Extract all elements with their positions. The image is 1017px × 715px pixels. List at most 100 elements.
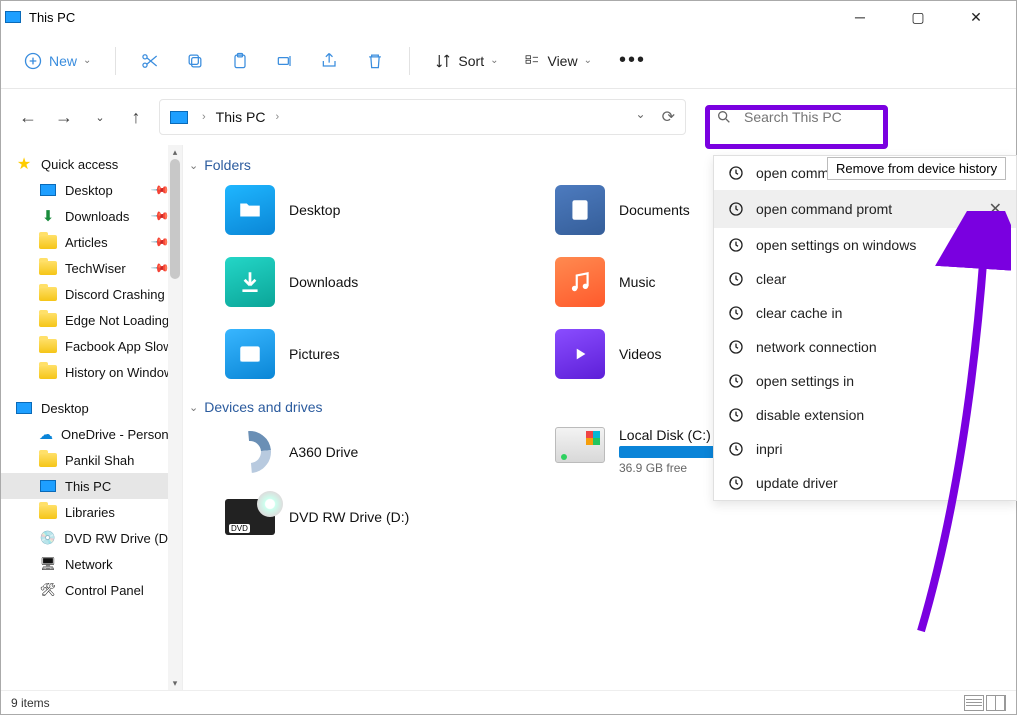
folder-icon xyxy=(39,338,57,354)
monitor-icon xyxy=(15,400,33,416)
search-suggestion[interactable]: open settings in xyxy=(714,364,1016,398)
sidebar-quick-access[interactable]: ★ Quick access xyxy=(1,151,182,177)
sort-label: Sort xyxy=(458,53,484,69)
search-suggestion[interactable]: update driver xyxy=(714,466,1016,500)
control-panel-icon: 🛠 xyxy=(39,582,57,598)
monitor-icon xyxy=(39,478,57,494)
sidebar-label: Pankil Shah xyxy=(65,453,134,468)
sidebar-label: Edge Not Loading xyxy=(65,313,169,328)
search-suggestion[interactable]: clear xyxy=(714,262,1016,296)
more-button[interactable]: ••• xyxy=(609,49,656,72)
folder-icon xyxy=(39,364,57,380)
plus-circle-icon xyxy=(23,51,43,71)
sidebar-label: History on Windows xyxy=(65,365,180,380)
window-title: This PC xyxy=(29,10,838,25)
scrollbar-thumb[interactable] xyxy=(170,159,180,279)
sidebar-label: Desktop xyxy=(65,183,113,198)
delete-button[interactable] xyxy=(357,43,393,79)
disk-icon xyxy=(555,427,605,463)
drive-label: A360 Drive xyxy=(289,444,358,460)
sidebar-label: TechWiser xyxy=(65,261,126,276)
drive-dvd[interactable]: DVD DVD RW Drive (D:) xyxy=(225,499,525,535)
sidebar-item[interactable]: Articles📌 xyxy=(1,229,182,255)
chevron-right-icon[interactable]: › xyxy=(275,111,279,123)
dvd-icon: 💿 xyxy=(39,530,56,546)
search-suggestion[interactable]: open command promt ✕ xyxy=(714,190,1016,228)
details-view-button[interactable] xyxy=(964,695,984,711)
search-suggestion[interactable]: inpri xyxy=(714,432,1016,466)
suggestion-label: open settings on windows xyxy=(756,237,916,253)
addr-dropdown[interactable]: ⌄ xyxy=(636,107,646,127)
sidebar-item[interactable]: ☁OneDrive - Personal xyxy=(1,421,182,447)
sidebar-item[interactable]: TechWiser📌 xyxy=(1,255,182,281)
search-box[interactable] xyxy=(706,99,1002,135)
suggestion-label: open command promt xyxy=(756,201,892,217)
search-suggestion[interactable]: network connection xyxy=(714,330,1016,364)
folder-item[interactable]: Desktop xyxy=(225,185,525,235)
sidebar-item[interactable]: 🖥Network xyxy=(1,551,182,577)
copy-button[interactable] xyxy=(177,43,213,79)
folder-item[interactable]: Downloads xyxy=(225,257,525,307)
paste-button[interactable] xyxy=(222,43,258,79)
titlebar: This PC ─ ▢ ✕ xyxy=(1,1,1016,33)
sidebar-item[interactable]: Facbook App Slow xyxy=(1,333,182,359)
up-button[interactable]: ↑ xyxy=(123,104,149,130)
scroll-down-arrow[interactable]: ▾ xyxy=(168,676,182,690)
search-suggestion[interactable]: clear cache in xyxy=(714,296,1016,330)
forward-button[interactable]: → xyxy=(51,104,77,130)
sidebar-desktop[interactable]: Desktop xyxy=(1,395,182,421)
breadcrumb-root[interactable]: This PC xyxy=(216,109,266,125)
search-suggestion[interactable]: disable extension xyxy=(714,398,1016,432)
close-button[interactable]: ✕ xyxy=(954,1,998,33)
video-icon xyxy=(555,329,605,379)
folder-item[interactable]: Pictures xyxy=(225,329,525,379)
minimize-button[interactable]: ─ xyxy=(838,1,882,33)
history-dropdown[interactable]: ⌄ xyxy=(87,104,113,130)
folder-icon xyxy=(39,452,57,468)
doc-icon xyxy=(555,185,605,235)
download-icon: ⬇ xyxy=(39,208,57,224)
folder-label: Desktop xyxy=(289,202,340,218)
new-button[interactable]: New ⌄ xyxy=(15,45,99,77)
sidebar-item[interactable]: Edge Not Loading xyxy=(1,307,182,333)
icons-view-button[interactable] xyxy=(986,695,1006,711)
share-button[interactable] xyxy=(312,43,348,79)
sidebar-label: This PC xyxy=(65,479,111,494)
refresh-button[interactable]: ⟳ xyxy=(662,107,675,127)
cut-button[interactable] xyxy=(132,43,168,79)
scroll-up-arrow[interactable]: ▴ xyxy=(168,145,182,159)
sidebar-label: Control Panel xyxy=(65,583,144,598)
navigation-row: ← → ⌄ ↑ › This PC › ⌄ ⟳ xyxy=(1,89,1016,145)
suggestion-label: network connection xyxy=(756,339,877,355)
sidebar-item[interactable]: Desktop📌 xyxy=(1,177,182,203)
search-suggestion[interactable]: open settings on windows xyxy=(714,228,1016,262)
sidebar-item[interactable]: 💿DVD RW Drive (D:) xyxy=(1,525,182,551)
sidebar-item[interactable]: 🛠 Control Panel xyxy=(1,577,182,603)
sort-button[interactable]: Sort ⌄ xyxy=(426,46,506,76)
sidebar-item[interactable]: Libraries xyxy=(1,499,182,525)
view-button[interactable]: View ⌄ xyxy=(515,46,599,76)
rename-button[interactable] xyxy=(267,43,303,79)
sidebar-label: Facbook App Slow xyxy=(65,339,173,354)
share-icon xyxy=(320,51,340,71)
folder-icon xyxy=(39,312,57,328)
pic-icon xyxy=(225,329,275,379)
network-icon: 🖥 xyxy=(39,556,57,572)
status-bar: 9 items xyxy=(1,690,1016,714)
chevron-down-icon: ⌄ xyxy=(189,159,198,172)
sidebar-item[interactable]: ⬇Downloads📌 xyxy=(1,203,182,229)
remove-suggestion-button[interactable]: ✕ xyxy=(989,199,1002,219)
sidebar-item[interactable]: Pankil Shah xyxy=(1,447,182,473)
sidebar: ★ Quick access Desktop📌⬇Downloads📌Articl… xyxy=(1,145,183,690)
sidebar-item[interactable]: Discord Crashing xyxy=(1,281,182,307)
pc-icon xyxy=(170,111,188,124)
maximize-button[interactable]: ▢ xyxy=(896,1,940,33)
back-button[interactable]: ← xyxy=(15,104,41,130)
address-bar[interactable]: › This PC › ⌄ ⟳ xyxy=(159,99,686,135)
folder-label: Pictures xyxy=(289,346,340,362)
sidebar-item[interactable]: History on Windows xyxy=(1,359,182,385)
sidebar-item[interactable]: This PC xyxy=(1,473,182,499)
sidebar-scrollbar[interactable]: ▴ ▾ xyxy=(168,145,182,690)
drive-a360[interactable]: A360 Drive xyxy=(225,427,525,477)
search-input[interactable] xyxy=(742,108,992,126)
